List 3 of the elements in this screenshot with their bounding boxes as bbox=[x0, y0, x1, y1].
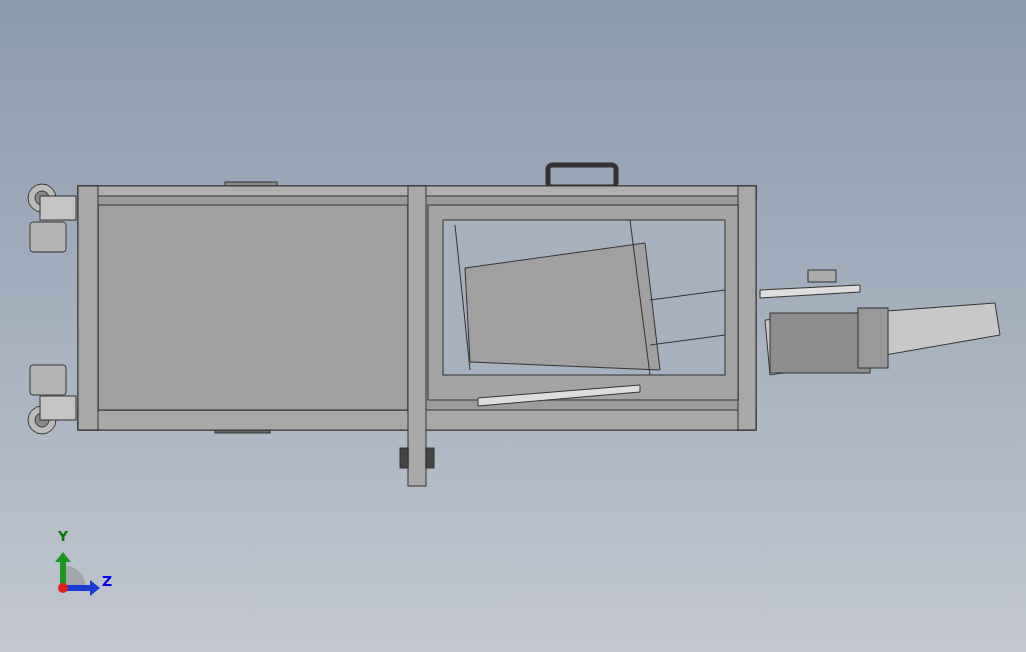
axis-triad-drawing bbox=[55, 552, 100, 596]
axis-label: Z bbox=[101, 573, 113, 589]
axis-label: Y bbox=[57, 528, 69, 544]
